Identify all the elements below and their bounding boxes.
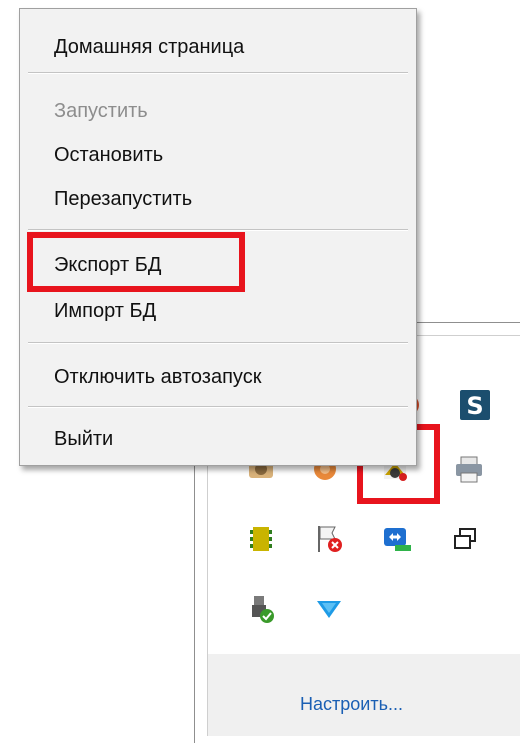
menu-separator xyxy=(28,72,408,74)
export-db-highlight-box xyxy=(27,232,245,292)
svg-text:S: S xyxy=(466,392,483,420)
menu-item-home-page[interactable]: Домашняя страница xyxy=(20,27,416,67)
customize-link[interactable]: Настроить... xyxy=(208,694,520,715)
menu-item-disable-autostart[interactable]: Отключить автозапуск xyxy=(20,357,416,397)
menu-item-import-db[interactable]: Импорт БД xyxy=(20,291,416,331)
teamviewer-icon[interactable] xyxy=(376,518,418,560)
s-app-icon[interactable]: S xyxy=(454,384,496,426)
safely-remove-hardware-icon[interactable] xyxy=(240,588,282,630)
menu-separator xyxy=(28,229,408,231)
down-arrow-app-icon[interactable] xyxy=(308,588,350,630)
printer-icon[interactable] xyxy=(448,448,490,490)
menu-item-restart[interactable]: Перезапустить xyxy=(20,179,416,219)
menu-separator xyxy=(28,342,408,344)
memory-chip-icon[interactable] xyxy=(240,518,282,560)
menu-item-exit[interactable]: Выйти xyxy=(20,419,416,459)
action-center-flag-icon[interactable] xyxy=(308,518,350,560)
menu-item-start: Запустить xyxy=(54,100,148,122)
menu-item-stop[interactable]: Остановить xyxy=(20,135,416,175)
display-copy-icon[interactable] xyxy=(444,518,486,560)
menu-separator xyxy=(28,406,408,408)
